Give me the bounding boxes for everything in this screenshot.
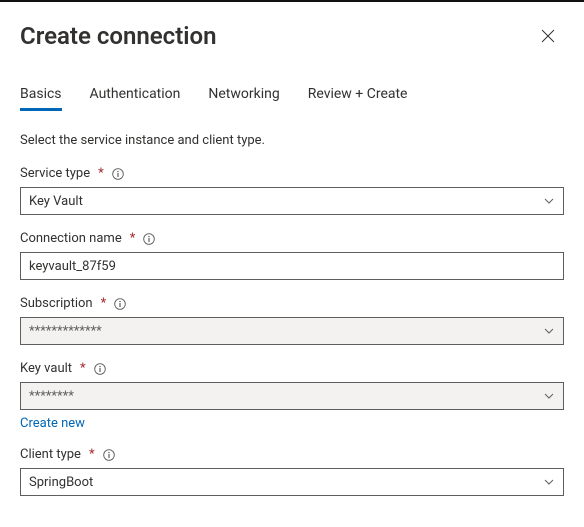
connection-name-input[interactable] <box>20 252 564 280</box>
info-icon[interactable] <box>103 449 115 461</box>
instruction-text: Select the service instance and client t… <box>20 133 564 148</box>
field-label-row: Service type * <box>20 166 564 181</box>
info-icon[interactable] <box>143 233 155 245</box>
field-key-vault: Key vault * ******** Create new <box>20 361 564 431</box>
tab-authentication[interactable]: Authentication <box>90 80 181 110</box>
info-icon[interactable] <box>114 298 126 310</box>
required-marker: * <box>80 361 86 376</box>
label-subscription: Subscription <box>20 296 93 311</box>
key-vault-value: ******** <box>29 389 74 404</box>
label-key-vault: Key vault <box>20 361 72 376</box>
field-connection-name: Connection name * <box>20 231 564 280</box>
client-type-value: SpringBoot <box>29 475 93 490</box>
subscription-select[interactable]: ************* <box>20 317 564 345</box>
tab-review-create[interactable]: Review + Create <box>308 80 408 110</box>
chevron-down-icon <box>543 476 555 488</box>
create-new-link[interactable]: Create new <box>20 416 85 431</box>
client-type-select[interactable]: SpringBoot <box>20 468 564 496</box>
chevron-down-icon <box>543 325 555 337</box>
panel-header: Create connection <box>20 20 564 52</box>
info-icon[interactable] <box>94 363 106 375</box>
tab-basics[interactable]: Basics <box>20 80 62 110</box>
chevron-down-icon <box>543 195 555 207</box>
panel-title: Create connection <box>20 22 216 51</box>
field-subscription: Subscription * ************* <box>20 296 564 345</box>
create-connection-panel: Create connection Basics Authentication … <box>0 2 584 496</box>
required-marker: * <box>89 447 95 462</box>
tab-list: Basics Authentication Networking Review … <box>20 80 564 111</box>
close-button[interactable] <box>532 20 564 52</box>
required-marker: * <box>98 166 104 181</box>
field-client-type: Client type * SpringBoot <box>20 447 564 496</box>
field-label-row: Subscription * <box>20 296 564 311</box>
info-icon[interactable] <box>112 168 124 180</box>
tab-networking[interactable]: Networking <box>208 80 279 110</box>
field-label-row: Client type * <box>20 447 564 462</box>
label-client-type: Client type <box>20 447 81 462</box>
label-service-type: Service type <box>20 166 90 181</box>
service-type-select[interactable]: Key Vault <box>20 187 564 215</box>
subscription-value: ************* <box>29 324 102 339</box>
service-type-value: Key Vault <box>29 194 83 209</box>
chevron-down-icon <box>543 390 555 402</box>
required-marker: * <box>130 231 136 246</box>
field-service-type: Service type * Key Vault <box>20 166 564 215</box>
field-label-row: Key vault * <box>20 361 564 376</box>
field-label-row: Connection name * <box>20 231 564 246</box>
required-marker: * <box>101 296 107 311</box>
close-icon <box>541 29 555 43</box>
key-vault-select[interactable]: ******** <box>20 382 564 410</box>
label-connection-name: Connection name <box>20 231 122 246</box>
